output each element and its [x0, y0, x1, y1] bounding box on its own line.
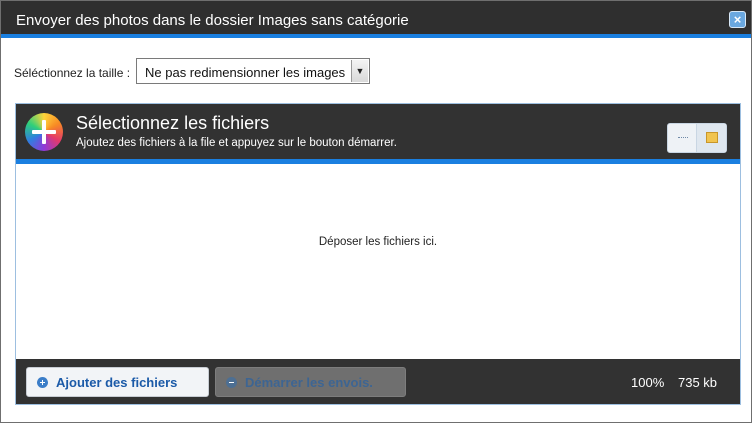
add-files-button[interactable]: Ajouter des fichiers: [26, 367, 209, 397]
resize-select[interactable]: Ne pas redimensionner les images ▼: [136, 58, 370, 84]
upload-total-size: 735 kb: [678, 375, 718, 390]
list-view-icon: [678, 137, 688, 139]
add-files-label: Ajouter des fichiers: [56, 375, 178, 390]
uploader-header: Sélectionnez les fichiers Ajoutez des fi…: [16, 104, 740, 164]
uploader-title: Sélectionnez les fichiers: [76, 113, 270, 133]
list-view-button[interactable]: [668, 124, 697, 152]
dialog-title: Envoyer des photos dans le dossier Image…: [16, 12, 409, 29]
resize-label: Séléctionnez la taille :: [14, 66, 131, 80]
uploader-footer: Ajouter des fichiers Démarrer les envois…: [16, 359, 740, 404]
start-upload-label: Démarrer les envois.: [245, 375, 373, 390]
close-icon[interactable]: ×: [729, 11, 746, 28]
dropzone-text: Déposer les fichiers ici.: [318, 236, 438, 248]
arrow-circle-icon: [226, 377, 237, 388]
plus-circle-icon: [37, 377, 48, 388]
upload-progress: 100%: [631, 375, 665, 390]
upload-dialog: Envoyer des photos dans le dossier Image…: [0, 0, 752, 423]
thumbnail-view-icon: [706, 132, 718, 143]
dialog-titlebar: Envoyer des photos dans le dossier Image…: [1, 1, 751, 38]
view-mode-toggle: [667, 123, 727, 153]
add-files-icon: [25, 113, 63, 151]
resize-select-value: Ne pas redimensionner les images: [145, 65, 346, 80]
file-uploader: Sélectionnez les fichiers Ajoutez des fi…: [15, 103, 741, 405]
file-dropzone[interactable]: Déposer les fichiers ici.: [16, 164, 740, 359]
uploader-subtitle: Ajoutez des fichiers à la file et appuye…: [76, 137, 397, 149]
thumbnail-view-button[interactable]: [697, 124, 726, 152]
start-upload-button[interactable]: Démarrer les envois.: [215, 367, 406, 397]
chevron-down-icon[interactable]: ▼: [351, 60, 368, 82]
